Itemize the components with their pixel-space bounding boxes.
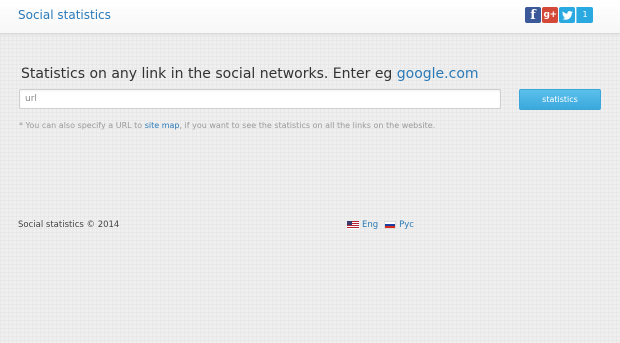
ru-flag-icon <box>384 221 397 229</box>
headline-text: Statistics on any link in the social net… <box>21 66 397 82</box>
hint-suffix: , if you want to see the statistics on a… <box>179 121 436 130</box>
footer-copyright: Social statistics © 2014 <box>18 220 120 230</box>
top-navbar: Social statistics f g+ 1 <box>0 0 620 34</box>
language-switcher: Eng Рус <box>347 220 414 230</box>
lang-russian-link[interactable]: Рус <box>384 220 414 230</box>
us-flag-icon <box>347 221 359 229</box>
twitter-icon[interactable] <box>559 7 575 23</box>
hint-prefix: * You can also specify a URL to <box>19 121 145 130</box>
facebook-icon[interactable]: f <box>525 7 541 23</box>
hint-text: * You can also specify a URL to site map… <box>19 121 435 130</box>
url-input[interactable] <box>19 89 501 109</box>
brand-link[interactable]: Social statistics <box>18 8 111 22</box>
page-headline: Statistics on any link in the social net… <box>21 66 479 82</box>
twitter-share-count: 1 <box>576 7 593 23</box>
example-link[interactable]: google.com <box>397 66 479 82</box>
statistics-button[interactable]: statistics <box>519 89 601 110</box>
lang-english-label: Eng <box>362 220 379 230</box>
twitter-bird-icon <box>561 10 573 20</box>
googleplus-icon[interactable]: g+ <box>542 7 558 23</box>
lang-english-link[interactable]: Eng <box>347 220 378 230</box>
social-share-buttons: f g+ 1 <box>525 7 593 23</box>
site-map-link[interactable]: site map <box>145 121 180 130</box>
lang-russian-label: Рус <box>399 220 414 230</box>
